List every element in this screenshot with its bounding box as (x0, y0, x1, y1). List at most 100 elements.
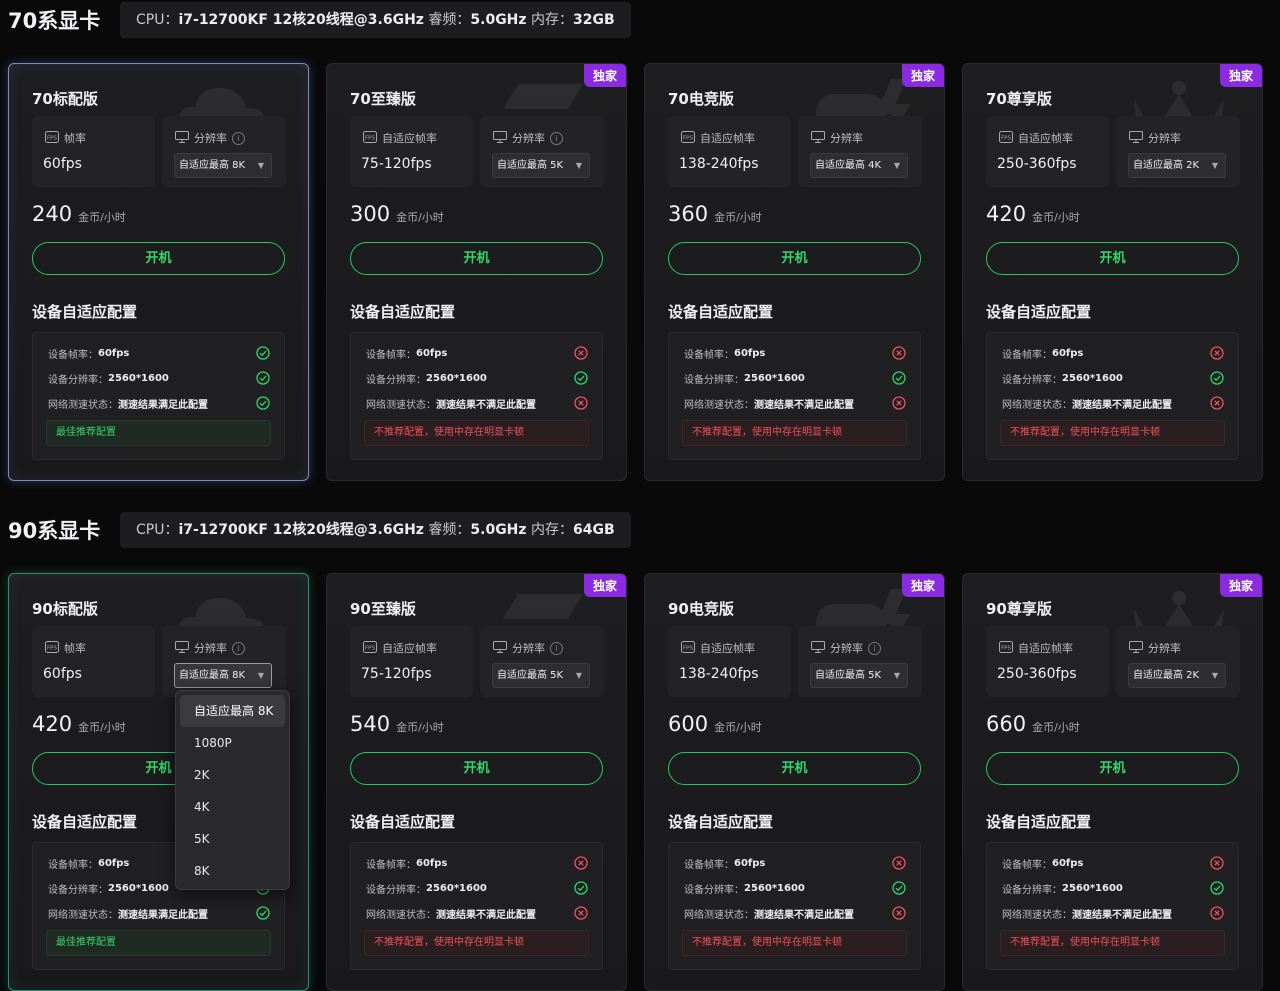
resolution-select[interactable]: 自适应最高 2K ▼ (1128, 153, 1226, 178)
config-verdict: 不推荐配置，使用中存在明显卡顿 (682, 420, 907, 446)
monitor-icon (811, 640, 825, 656)
gpu-plan-card[interactable]: 独家 90至臻版 FPS 自适应帧率 75-120fps 分辨率 i 自适应最高 5… (326, 573, 627, 991)
fps-label: 帧率 (64, 132, 86, 145)
info-icon[interactable]: i (232, 641, 245, 655)
config-verdict: 不推荐配置，使用中存在明显卡顿 (1000, 420, 1225, 446)
monitor-icon (811, 130, 825, 146)
config-value: 2560*1600 (1062, 882, 1123, 894)
gpu-plan-card[interactable]: 独家 90电竞版 FPS 自适应帧率 138-240fps 分辨率 i 自适应最高 … (644, 573, 945, 991)
memory-value: 64GB (573, 522, 615, 538)
dropdown-option[interactable]: 8K (180, 855, 285, 887)
section-header-90: 90系显卡 CPU：i7-12700KF 12核20线程@3.6GHz 睿频：5… (8, 512, 631, 548)
monitor-icon (1129, 130, 1143, 146)
x-circle-icon (574, 396, 588, 410)
x-circle-icon (574, 906, 588, 920)
x-circle-icon (892, 906, 906, 920)
chevron-down-icon: ▼ (257, 161, 264, 170)
price-unit: 金币/小时 (1032, 211, 1080, 224)
config-check-box: 设备帧率： 60fps 设备分辨率： 2560*1600 网络测速状态： 测速结… (668, 842, 921, 970)
svg-text:FPS: FPS (1001, 135, 1011, 141)
price-value: 360 (668, 202, 709, 226)
fps-spec: FPS 自适应帧率 250-360fps (986, 116, 1109, 187)
dropdown-option[interactable]: 5K (180, 823, 285, 855)
price: 420 金币/小时 (986, 202, 1080, 226)
config-value: 测速结果不满足此配置 (754, 909, 854, 921)
fps-value: 250-360fps (997, 156, 1077, 172)
info-icon[interactable]: i (232, 131, 245, 145)
info-icon[interactable]: i (868, 641, 881, 655)
config-check-row: 设备帧率： 60fps (684, 855, 906, 871)
fps-label-row: FPS 自适应帧率 (363, 130, 437, 146)
resolution-select[interactable]: 自适应最高 5K ▼ (810, 663, 908, 688)
resolution-spec: 分辨率 i 自适应最高 8K ▼ (162, 626, 286, 697)
dropdown-option[interactable]: 1080P (180, 727, 285, 759)
check-circle-icon (574, 881, 588, 895)
config-section-title: 设备自适应配置 (350, 813, 456, 831)
x-circle-icon (1210, 396, 1224, 410)
config-section-title: 设备自适应配置 (32, 303, 138, 321)
resolution-select[interactable]: 自适应最高 8K ▼ (174, 153, 272, 178)
price-unit: 金币/小时 (714, 721, 762, 734)
resolution-select[interactable]: 自适应最高 8K ▼ (174, 663, 272, 688)
cpu-value: i7-12700KF 12核20线程@3.6GHz (178, 522, 424, 538)
start-machine-button[interactable]: 开机 (350, 752, 603, 785)
resolution-label-row: 分辨率 i (493, 130, 563, 146)
fps-icon: FPS (45, 130, 59, 146)
start-machine-button[interactable]: 开机 (986, 242, 1239, 275)
config-check-box: 设备帧率： 60fps 设备分辨率： 2560*1600 网络测速状态： 测速结… (986, 332, 1239, 460)
config-check-row: 设备分辨率： 2560*1600 (1002, 880, 1224, 896)
exclusive-badge: 独家 (583, 64, 626, 87)
gpu-plan-card[interactable]: 独家 70尊享版 FPS 自适应帧率 250-360fps 分辨率 自适应最高 2… (962, 63, 1263, 481)
check-circle-icon (1210, 371, 1224, 385)
check-circle-icon (892, 371, 906, 385)
fps-label: 自适应帧率 (1018, 642, 1073, 655)
memory-value: 32GB (573, 12, 615, 28)
exclusive-badge: 独家 (901, 64, 944, 87)
config-verdict: 不推荐配置，使用中存在明显卡顿 (1000, 930, 1225, 956)
dropdown-option[interactable]: 2K (180, 759, 285, 791)
resolution-label-row: 分辨率 (1129, 130, 1181, 146)
config-value: 2560*1600 (744, 372, 805, 384)
info-icon[interactable]: i (550, 131, 563, 145)
check-circle-icon (256, 346, 270, 360)
x-circle-icon (892, 396, 906, 410)
dropdown-option[interactable]: 自适应最高 8K (180, 695, 285, 727)
resolution-select-value: 自适应最高 2K (1133, 670, 1200, 681)
start-machine-button[interactable]: 开机 (986, 752, 1239, 785)
monitor-icon (1129, 640, 1143, 656)
resolution-select[interactable]: 自适应最高 2K ▼ (1128, 663, 1226, 688)
resolution-select[interactable]: 自适应最高 5K ▼ (492, 153, 590, 178)
price-value: 240 (32, 202, 73, 226)
start-machine-button[interactable]: 开机 (668, 752, 921, 785)
gpu-plan-card[interactable]: 独家 90尊享版 FPS 自适应帧率 250-360fps 分辨率 自适应最高 2… (962, 573, 1263, 991)
config-key: 设备帧率： (684, 349, 734, 361)
gpu-plan-card[interactable]: 70标配版 FPS 帧率 60fps 分辨率 i 自适应最高 8K ▼ 240 金币/… (8, 63, 309, 481)
config-value: 60fps (416, 347, 448, 359)
plan-name: 70电竞版 (668, 90, 734, 108)
gpu-plan-card[interactable]: 独家 70电竞版 FPS 自适应帧率 138-240fps 分辨率 自适应最高 4… (644, 63, 945, 481)
dropdown-option[interactable]: 4K (180, 791, 285, 823)
turbo-value: 5.0GHz (470, 12, 527, 28)
config-key: 设备帧率： (366, 349, 416, 361)
config-key: 设备帧率： (1002, 859, 1052, 871)
start-machine-button[interactable]: 开机 (32, 242, 285, 275)
resolution-select[interactable]: 自适应最高 5K ▼ (492, 663, 590, 688)
start-machine-button[interactable]: 开机 (668, 242, 921, 275)
plan-name: 70至臻版 (350, 90, 416, 108)
config-check-row: 设备分辨率： 2560*1600 (366, 370, 588, 386)
config-verdict: 不推荐配置，使用中存在明显卡顿 (682, 930, 907, 956)
info-icon[interactable]: i (550, 641, 563, 655)
resolution-select[interactable]: 自适应最高 4K ▼ (810, 153, 908, 178)
x-circle-icon (574, 346, 588, 360)
start-machine-button[interactable]: 开机 (350, 242, 603, 275)
exclusive-badge: 独家 (1219, 64, 1262, 87)
price-unit: 金币/小时 (714, 211, 762, 224)
config-key: 网络测速状态： (1002, 909, 1072, 921)
config-key: 设备分辨率： (684, 374, 744, 386)
resolution-label-row: 分辨率 i (175, 640, 245, 656)
memory-label: 内存： (526, 522, 574, 538)
resolution-label: 分辨率 (1148, 132, 1181, 145)
turbo-label: 睿频： (423, 12, 471, 28)
gpu-plan-card[interactable]: 独家 70至臻版 FPS 自适应帧率 75-120fps 分辨率 i 自适应最高 5… (326, 63, 627, 481)
config-key: 设备分辨率： (48, 884, 108, 896)
